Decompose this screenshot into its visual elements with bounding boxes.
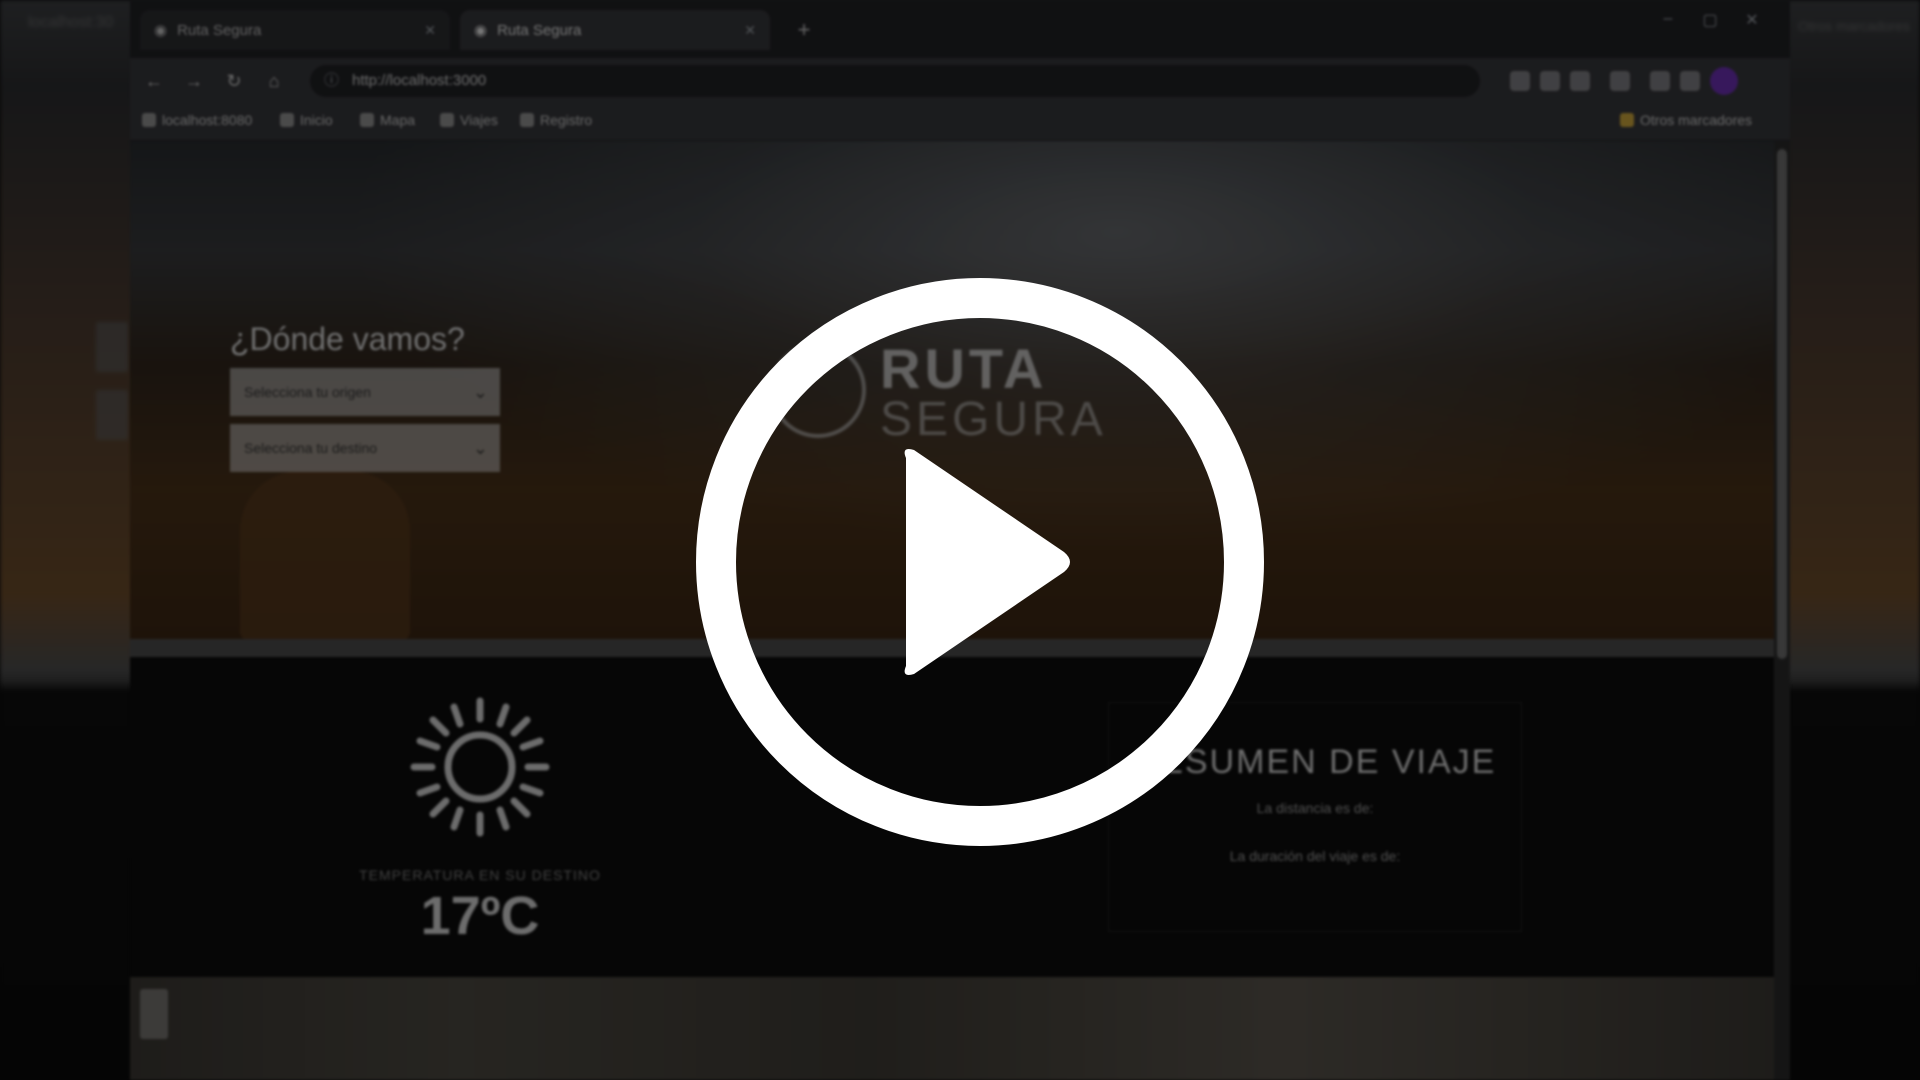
play-icon — [696, 278, 1264, 846]
play-button[interactable] — [696, 278, 1264, 846]
